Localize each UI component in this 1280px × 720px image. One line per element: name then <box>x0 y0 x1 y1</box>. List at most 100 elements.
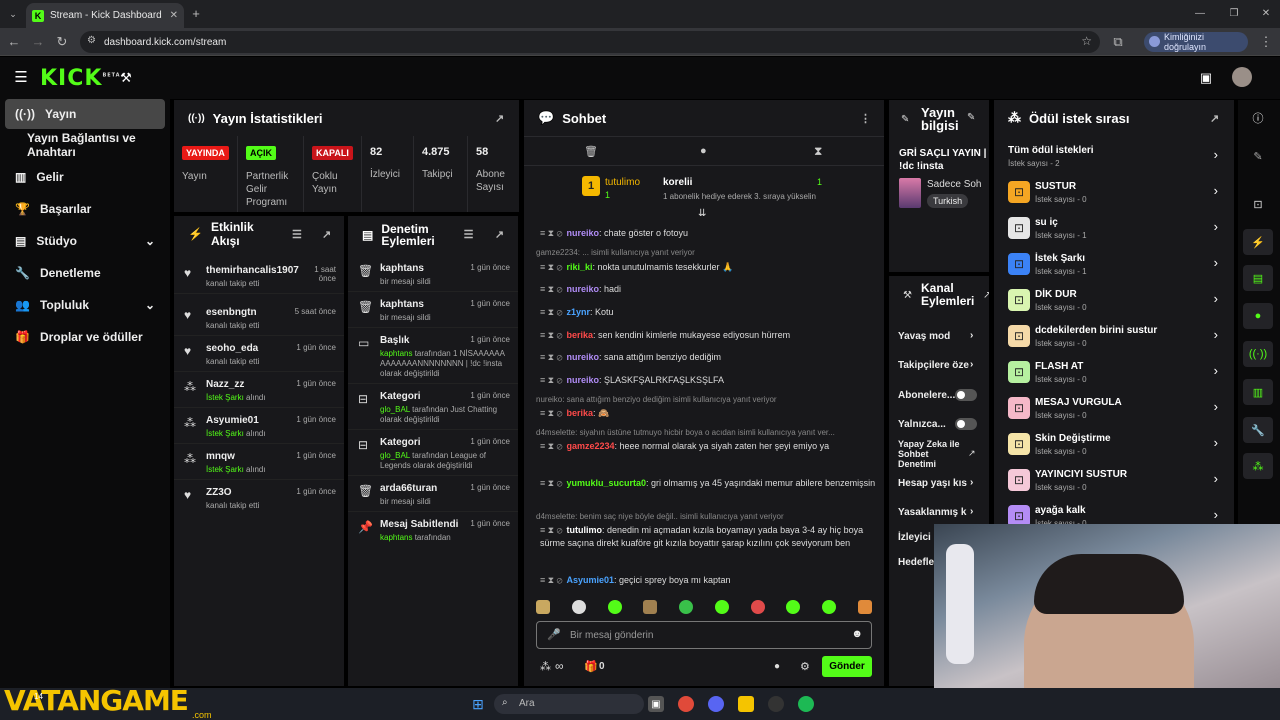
maximize-icon[interactable]: ❐ <box>1226 6 1242 22</box>
chat-message[interactable]: ≡ ⧗ ⊘ nureiko: sana attığım benziyo dediğ… <box>540 351 880 364</box>
emote-icon[interactable] <box>679 600 694 614</box>
tab-close-icon[interactable]: ✕ <box>170 10 178 21</box>
kick-logo[interactable]: KICKBETA <box>40 66 121 91</box>
microphone-icon[interactable]: 🎤 <box>547 628 561 641</box>
filter-icon[interactable]: ☰ <box>292 228 306 241</box>
reward-item[interactable]: ⊡ dcdekilerden birini sustur İstek sayısı … <box>1000 319 1228 353</box>
list-item[interactable]: 📌 Mesaj Sabitlendi kaphtans tarafından 1 gü… <box>348 512 518 548</box>
chat-username[interactable]: Asyumie01 <box>566 575 614 585</box>
browser-tab-stream[interactable]: K Stream - Kick Dashboard ✕ <box>26 3 184 28</box>
list-item[interactable]: ⁂ Asyumie01 İstek Şarkı alındı 1 gün önce <box>174 408 344 444</box>
url-field[interactable]: ⚙ dashboard.kick.com/stream ☆ <box>80 31 1100 53</box>
list-item[interactable]: ⁂ mnqw İstek Şarkı alındı 1 gün önce <box>174 444 344 480</box>
chat-username[interactable]: yumuklu_sucurta0 <box>566 478 646 488</box>
emoji-icon[interactable]: ☻ <box>851 628 863 640</box>
mod-tools-icon[interactable]: ≡ ⧗ ⊘ <box>540 478 562 488</box>
reward-item[interactable]: ⊡ FLASH AT İstek sayısı - 0 › <box>1000 355 1228 389</box>
hourglass-icon[interactable]: ⧗ <box>814 144 822 159</box>
back-icon[interactable]: ← <box>6 34 22 50</box>
chat-username[interactable]: z1ynr <box>566 307 590 317</box>
settings-gear-icon[interactable]: ⚙ <box>800 660 810 673</box>
reward-item[interactable]: ⊡ YAYINCIYI SUSTUR İstek sayısı - 0 › <box>1000 463 1228 497</box>
reward-icon[interactable]: ⁂ <box>1243 453 1273 479</box>
reward-item[interactable]: ⊡ DİK DUR İstek sayısı - 0 › <box>1000 283 1228 317</box>
obs-icon[interactable] <box>768 696 784 712</box>
mod-tools-icon[interactable]: ≡ ⧗ ⊘ <box>540 441 562 451</box>
sidebar-item-revenue[interactable]: ▥ Gelir <box>5 162 165 192</box>
minimize-icon[interactable]: — <box>1192 6 1208 22</box>
wrench-icon[interactable]: 🔧 <box>1243 417 1273 443</box>
mod-tools-icon[interactable]: ≡ ⧗ ⊘ <box>540 284 562 294</box>
list-item[interactable]: ♥ seoho_eda kanalı takip etti 1 gün önce <box>174 336 344 372</box>
info-icon[interactable]: ⓘ <box>1243 105 1273 131</box>
edit-icon[interactable]: ✎ <box>967 112 975 123</box>
chat-username[interactable]: nureiko <box>566 375 599 385</box>
verify-identity-button[interactable]: Kimliğinizi doğrulayın <box>1144 32 1248 52</box>
chat-message[interactable]: ≡ ⧗ ⊘ yumuklu_sucurta0: gri olmamış ya 45… <box>540 477 880 490</box>
mod-tools-icon[interactable]: ≡ ⧗ ⊘ <box>540 330 562 340</box>
list-item[interactable]: ⁂ Nazz_zz İstek Şarkı alındı 1 gün önce <box>174 372 344 408</box>
list-item[interactable]: ♥ themirhancalis1907 kanalı takip etti 1 sa… <box>174 258 344 294</box>
collapse-icon[interactable]: ⇊ <box>698 208 706 219</box>
emote-only-toggle[interactable] <box>955 418 977 430</box>
subscribers-only-toggle[interactable] <box>955 389 977 401</box>
filter-icon[interactable]: ☰ <box>464 229 479 241</box>
list-item[interactable]: ▭ Başlık kaphtans tarafından 1 NİSAAAAAAAA… <box>348 328 518 384</box>
chat-message[interactable]: ≡ ⧗ ⊘ z1ynr: Kotu <box>540 306 880 319</box>
new-tab-icon[interactable]: + <box>188 6 204 22</box>
reward-item[interactable]: ⊡ su iç İstek sayısı - 1 › <box>1000 211 1228 245</box>
chat-message[interactable]: ≡ ⧗ ⊘ Asyumie01: geçici sprey boya mı kap… <box>540 574 880 587</box>
emote-icon[interactable] <box>714 600 729 614</box>
popout-icon[interactable]: ↗ <box>495 229 510 241</box>
chat-message[interactable]: ≡ ⧗ ⊘ nureiko: hadi <box>540 283 880 296</box>
document-icon[interactable]: ▤ <box>1243 265 1273 291</box>
mod-tools-icon[interactable]: ≡ ⧗ ⊘ <box>540 408 562 418</box>
browser-menu-icon[interactable]: ⋮ <box>1258 34 1274 50</box>
list-item[interactable]: 🗑 kaphtans bir mesajı sildi 1 gün önce <box>348 292 518 328</box>
sidebar-item-achievements[interactable]: 🏆 Başarılar <box>5 194 165 224</box>
reload-icon[interactable]: ↻ <box>54 34 70 50</box>
chat-message[interactable]: ≡ ⧗ ⊘ tutulimo: denedin mi açmadan kızıla… <box>540 524 880 550</box>
emote-icon[interactable] <box>571 600 586 614</box>
more-options-icon[interactable]: ⋮ <box>860 112 876 125</box>
chat-message[interactable]: ≡ ⧗ ⊘ gamze2234: heee normal olarak ya si… <box>540 440 880 453</box>
pencil-icon[interactable]: ✎ <box>1243 143 1273 169</box>
sidebar-item-community[interactable]: 👥 Topluluk ⌄ <box>5 290 165 320</box>
discord-icon[interactable] <box>708 696 724 712</box>
taskbar-search[interactable]: ⌕ Ara <box>494 694 644 714</box>
chat-username[interactable]: nureiko <box>566 284 599 294</box>
popout-icon[interactable]: ↗ <box>1210 112 1226 125</box>
preview-icon[interactable]: ▣ <box>1198 70 1214 86</box>
chat-username[interactable]: riki_ki <box>566 262 592 272</box>
chat-message[interactable]: ≡ ⧗ ⊘ riki_ki: nokta unutulmamis tesekkur… <box>540 261 880 274</box>
chat-bubble-icon[interactable]: ● <box>1243 303 1273 329</box>
task-view-icon[interactable]: ▣ <box>648 696 664 712</box>
send-button[interactable]: Gönder <box>822 656 872 677</box>
sidebar-item-moderation[interactable]: 🔧 Denetleme <box>5 258 165 288</box>
broadcast-icon[interactable]: ((·)) <box>1243 341 1273 367</box>
mod-tools-icon[interactable]: ≡ ⧗ ⊘ <box>540 262 562 272</box>
popout-icon[interactable]: ↗ <box>495 112 511 125</box>
sidebar-item-stream-key[interactable]: Yayın Bağlantısı ve Anahtarı <box>5 130 165 160</box>
list-item[interactable]: ♥ ZZ3O kanalı takip etti 1 gün önce <box>174 480 344 516</box>
chat-username[interactable]: gamze2234 <box>566 441 614 451</box>
chrome-icon[interactable] <box>678 696 694 712</box>
chat-input[interactable]: 🎤 Bir mesaj gönderin ☻ <box>536 621 872 649</box>
list-item[interactable]: ⊟ Kategori glo_BAL tarafından Just Chattin… <box>348 384 518 430</box>
list-item[interactable]: 🗑 arda66turan bir mesajı sildi 1 gün önce <box>348 476 518 512</box>
mod-tools-icon[interactable]: ≡ ⧗ ⊘ <box>540 228 562 238</box>
mod-tools-icon[interactable]: ≡ ⧗ ⊘ <box>540 575 562 585</box>
banned-words-item[interactable]: Yasaklanmış k › <box>898 506 984 518</box>
chat-username[interactable]: berika <box>566 330 593 340</box>
external-link-icon[interactable]: ↗ <box>968 448 976 459</box>
followers-only-item[interactable]: Takipçilere öze › <box>898 359 984 371</box>
gift-icon[interactable]: 🎁 <box>584 660 598 673</box>
emote-icon[interactable] <box>750 600 765 614</box>
user-avatar[interactable] <box>1232 67 1252 87</box>
chat-username[interactable]: berika <box>566 408 593 418</box>
channel-points-icon[interactable]: ⁂ <box>540 660 551 673</box>
chat-username[interactable]: nureiko <box>566 228 599 238</box>
reward-item[interactable]: ⊡ Skin Değiştirme İstek sayısı - 0 › <box>1000 427 1228 461</box>
site-info-icon[interactable]: ⚙ <box>87 35 96 46</box>
reward-item[interactable]: ⊡ MESAJ VURGULA İstek sayısı - 0 › <box>1000 391 1228 425</box>
